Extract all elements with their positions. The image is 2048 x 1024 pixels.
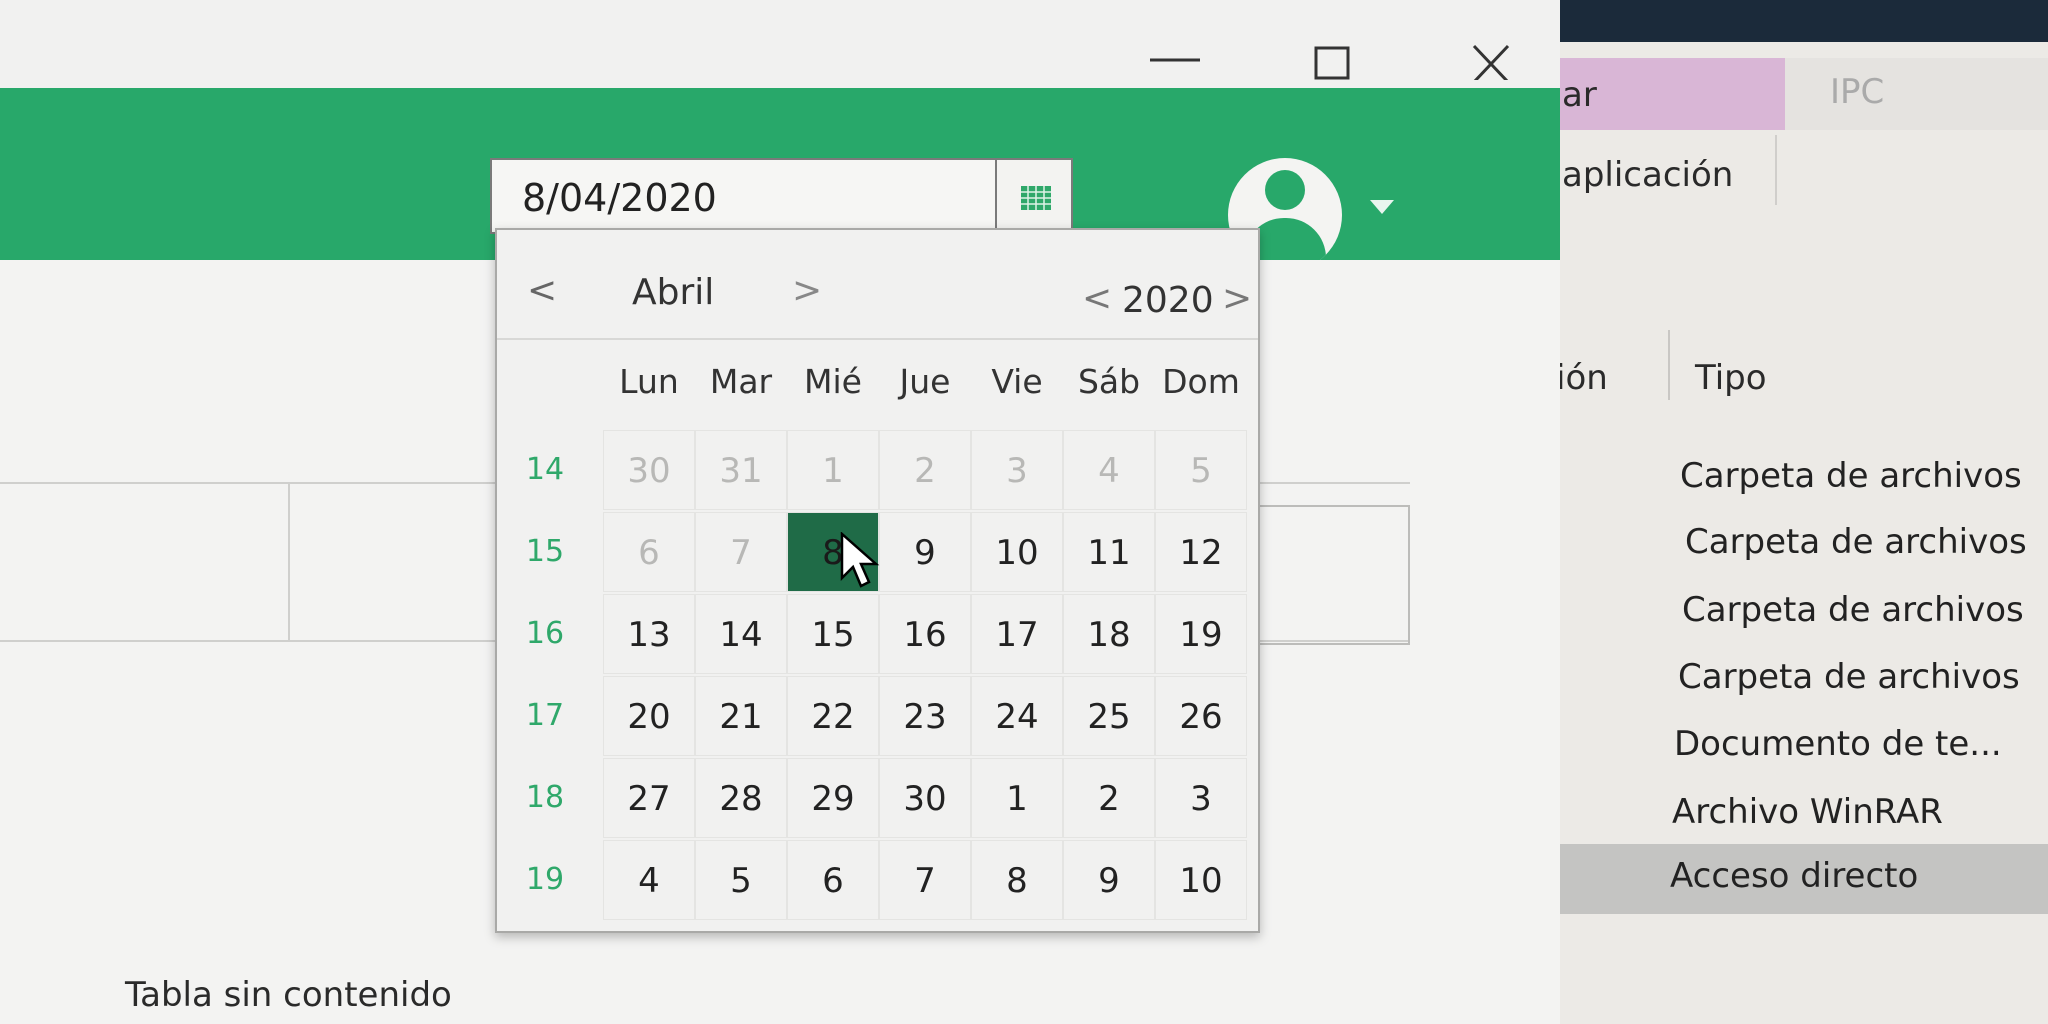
day-cell[interactable]: 13: [603, 594, 695, 674]
day-cell[interactable]: 4: [1063, 430, 1155, 510]
file-row[interactable]: Carpeta de archivos: [1560, 510, 2048, 574]
prev-year-icon[interactable]: <: [1082, 278, 1112, 319]
empty-table-message: Tabla sin contenido: [125, 975, 452, 1015]
day-cell[interactable]: 17: [971, 594, 1063, 674]
chevron-down-icon[interactable]: [1370, 200, 1394, 214]
close-icon[interactable]: [1420, 20, 1540, 84]
next-year-icon[interactable]: >: [1222, 278, 1252, 319]
column-header[interactable]: ión: [1556, 358, 1608, 398]
day-cell[interactable]: 6: [603, 512, 695, 592]
day-cell[interactable]: 1: [787, 430, 879, 510]
day-cell[interactable]: 21: [695, 676, 787, 756]
day-cell[interactable]: 12: [1155, 512, 1247, 592]
year-label[interactable]: 2020: [1122, 280, 1214, 321]
day-cell[interactable]: 22: [787, 676, 879, 756]
day-cell[interactable]: 31: [695, 430, 787, 510]
day-cell[interactable]: 6: [787, 840, 879, 920]
day-cell[interactable]: 20: [603, 676, 695, 756]
day-cell[interactable]: 19: [1155, 594, 1247, 674]
day-cell[interactable]: 10: [971, 512, 1063, 592]
day-cell[interactable]: 3: [1155, 758, 1247, 838]
date-input[interactable]: 8/04/2020: [490, 158, 995, 234]
ribbon-tab-label: IPC: [1830, 72, 1885, 112]
day-cell[interactable]: 24: [971, 676, 1063, 756]
minimize-icon[interactable]: [1120, 20, 1240, 80]
table-border: [1250, 505, 1410, 645]
day-cell[interactable]: 2: [1063, 758, 1155, 838]
day-cell[interactable]: 18: [1063, 594, 1155, 674]
day-cell[interactable]: 10: [1155, 840, 1247, 920]
day-cell[interactable]: 5: [1155, 430, 1247, 510]
day-cell[interactable]: 9: [1063, 840, 1155, 920]
file-type: Carpeta de archivos: [1680, 456, 2022, 496]
day-cell[interactable]: 7: [695, 512, 787, 592]
weekday-label: Vie: [991, 362, 1043, 401]
table-border: [288, 484, 290, 640]
day-cell[interactable]: 2: [879, 430, 971, 510]
file-type: Archivo WinRAR: [1672, 792, 1943, 832]
weekday-label: Sáb: [1077, 362, 1141, 401]
day-cell[interactable]: 11: [1063, 512, 1155, 592]
day-cell[interactable]: 15: [787, 594, 879, 674]
weekday-label: Mié: [804, 362, 862, 401]
week-number: 16: [525, 616, 565, 651]
day-cell[interactable]: 4: [603, 840, 695, 920]
file-type: Carpeta de archivos: [1685, 522, 2027, 562]
ribbon-group-label: aplicación: [1562, 155, 1734, 195]
month-label[interactable]: Abril: [632, 272, 714, 313]
day-cell[interactable]: 5: [695, 840, 787, 920]
file-type: Carpeta de archivos: [1682, 590, 2024, 630]
calendar-grid-icon: [1021, 186, 1051, 210]
file-row[interactable]: Carpeta de archivos: [1560, 578, 2048, 642]
day-cell[interactable]: 8: [971, 840, 1063, 920]
ribbon-tab-label: ar: [1562, 75, 1597, 115]
day-cell[interactable]: 25: [1063, 676, 1155, 756]
day-cell[interactable]: 30: [603, 430, 695, 510]
weekday-label: Mar: [709, 362, 773, 401]
week-number: 17: [525, 698, 565, 733]
file-type: Documento de te...: [1674, 724, 2002, 764]
week-number: 18: [525, 780, 565, 815]
day-cell[interactable]: 28: [695, 758, 787, 838]
ribbon-tab[interactable]: [1785, 58, 2048, 130]
file-row-selected[interactable]: Acceso directo: [1560, 844, 2048, 914]
day-cell[interactable]: 27: [603, 758, 695, 838]
day-cell[interactable]: 23: [879, 676, 971, 756]
maximize-icon[interactable]: [1270, 20, 1390, 80]
day-cell[interactable]: 9: [879, 512, 971, 592]
weekday-label: Dom: [1162, 362, 1240, 401]
day-cell[interactable]: 29: [787, 758, 879, 838]
week-number: 15: [525, 534, 565, 569]
day-cell[interactable]: 1: [971, 758, 1063, 838]
week-number: 19: [525, 862, 565, 897]
file-type: Carpeta de archivos: [1678, 657, 2020, 697]
desktop-background-strip: [1560, 0, 2048, 42]
weekday-label: Lun: [619, 362, 679, 401]
avatar-head: [1265, 170, 1305, 210]
calendar-button[interactable]: [995, 158, 1073, 234]
prev-month-icon[interactable]: <: [527, 270, 557, 311]
file-row[interactable]: Carpeta de archivos: [1560, 444, 2048, 508]
day-cell[interactable]: 3: [971, 430, 1063, 510]
next-month-icon[interactable]: >: [792, 270, 822, 311]
column-header-tipo[interactable]: Tipo: [1695, 358, 1767, 398]
day-cell[interactable]: 7: [879, 840, 971, 920]
file-row[interactable]: Documento de te...: [1560, 712, 2048, 776]
file-row[interactable]: Carpeta de archivos: [1560, 645, 2048, 709]
day-cell[interactable]: 26: [1155, 676, 1247, 756]
file-type: Acceso directo: [1670, 856, 1919, 896]
column-divider[interactable]: [1668, 330, 1670, 400]
mouse-cursor-icon: [840, 532, 880, 588]
weekday-label: Jue: [899, 362, 951, 401]
week-number: 14: [525, 452, 565, 487]
divider: [497, 338, 1258, 340]
day-cell[interactable]: 16: [879, 594, 971, 674]
day-cell[interactable]: 14: [695, 594, 787, 674]
day-cell[interactable]: 30: [879, 758, 971, 838]
file-row[interactable]: Archivo WinRAR: [1560, 780, 2048, 844]
